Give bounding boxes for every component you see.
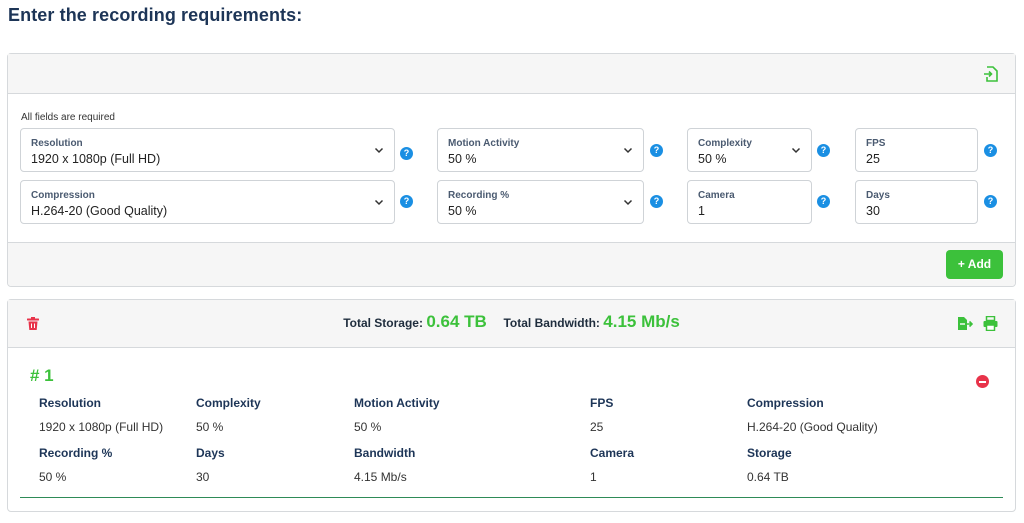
page-title: Enter the recording requirements:: [8, 5, 303, 25]
help-icon[interactable]: ?: [984, 195, 997, 208]
entry-complexity-label: Complexity: [196, 396, 261, 410]
camera-value: 1: [698, 204, 705, 218]
fps-label: FPS: [866, 138, 886, 149]
motion-activity-label: Motion Activity: [448, 138, 520, 149]
entry-compression-label: Compression: [747, 396, 824, 410]
entry-storage-label: Storage: [747, 446, 792, 460]
motion-activity-select[interactable]: Motion Activity 50 %: [437, 128, 644, 172]
complexity-label: Complexity: [698, 138, 752, 149]
help-icon[interactable]: ?: [817, 195, 830, 208]
motion-activity-value: 50 %: [448, 152, 477, 166]
entry-fps-value: 25: [590, 420, 604, 434]
total-storage-value: 0.64 TB: [426, 312, 487, 331]
form-panel-footer: + Add: [8, 242, 1015, 286]
results-panel: Total Storage: 0.64 TB Total Bandwidth: …: [7, 299, 1016, 512]
recording-percent-select[interactable]: Recording % 50 %: [437, 180, 644, 224]
entry-number: # 1: [30, 366, 54, 385]
camera-input[interactable]: Camera 1: [687, 180, 812, 224]
total-bandwidth-label: Total Bandwidth:: [503, 316, 600, 330]
entry-resolution-value: 1920 x 1080p (Full HD): [39, 420, 164, 434]
help-icon[interactable]: ?: [650, 144, 663, 157]
compression-value: H.264-20 (Good Quality): [31, 204, 168, 218]
entry-days-label: Days: [196, 446, 225, 460]
entry-resolution: Resolution 1920 x 1080p (Full HD): [39, 396, 163, 434]
entry-motion-activity-value: 50 %: [354, 420, 382, 434]
days-label: Days: [866, 190, 890, 201]
total-bandwidth-value: 4.15 Mb/s: [603, 312, 680, 331]
remove-icon[interactable]: [976, 375, 989, 388]
help-icon[interactable]: ?: [817, 144, 830, 157]
entry-recording-value: 50 %: [39, 470, 67, 484]
entry-motion-activity-label: Motion Activity: [354, 396, 440, 410]
entry-storage: Storage 0.64 TB: [747, 446, 792, 484]
resolution-value: 1920 x 1080p (Full HD): [31, 152, 161, 166]
entry-fps: FPS 25: [590, 396, 613, 434]
entry-camera-value: 1: [590, 470, 597, 484]
entry-days-value: 30: [196, 470, 210, 484]
results-panel-header: Total Storage: 0.64 TB Total Bandwidth: …: [8, 300, 1015, 348]
chevron-down-icon: [623, 147, 633, 154]
resolution-select[interactable]: Resolution 1920 x 1080p (Full HD): [20, 128, 395, 172]
file-export-icon[interactable]: [957, 316, 973, 331]
fps-value: 25: [866, 152, 880, 166]
entry-bandwidth-value: 4.15 Mb/s: [354, 470, 407, 484]
chevron-down-icon: [374, 199, 384, 206]
entry-bandwidth-label: Bandwidth: [354, 446, 416, 460]
help-icon[interactable]: ?: [400, 195, 413, 208]
camera-label: Camera: [698, 190, 735, 201]
fps-input[interactable]: FPS 25: [855, 128, 978, 172]
required-note: All fields are required: [21, 112, 115, 123]
entry-recording-label: Recording %: [39, 446, 113, 460]
complexity-select[interactable]: Complexity 50 %: [687, 128, 812, 172]
entry-bandwidth: Bandwidth 4.15 Mb/s: [354, 446, 415, 484]
chevron-down-icon: [374, 147, 384, 154]
help-icon[interactable]: ?: [400, 147, 413, 160]
complexity-value: 50 %: [698, 152, 727, 166]
entry-days: Days 30: [196, 446, 225, 484]
requirements-form-panel: All fields are required Resolution 1920 …: [7, 53, 1016, 287]
totals-summary: Total Storage: 0.64 TB Total Bandwidth: …: [8, 312, 1015, 332]
recording-percent-label: Recording %: [448, 190, 510, 201]
help-icon[interactable]: ?: [984, 144, 997, 157]
compression-select[interactable]: Compression H.264-20 (Good Quality): [20, 180, 395, 224]
chevron-down-icon: [791, 147, 801, 154]
entry-storage-value: 0.64 TB: [747, 470, 789, 484]
help-icon[interactable]: ?: [650, 195, 663, 208]
resolution-label: Resolution: [31, 138, 83, 149]
entry-compression-value: H.264-20 (Good Quality): [747, 420, 878, 434]
entry-camera: Camera 1: [590, 446, 634, 484]
days-input[interactable]: Days 30: [855, 180, 978, 224]
entry-recording: Recording % 50 %: [39, 446, 112, 484]
entry-complexity-value: 50 %: [196, 420, 224, 434]
form-panel-header: [8, 54, 1015, 94]
compression-label: Compression: [31, 190, 95, 201]
entry-fps-label: FPS: [590, 396, 614, 410]
recording-percent-value: 50 %: [448, 204, 477, 218]
chevron-down-icon: [623, 199, 633, 206]
print-icon[interactable]: [983, 316, 998, 331]
entry-motion-activity: Motion Activity 50 %: [354, 396, 440, 434]
entry-complexity: Complexity 50 %: [196, 396, 261, 434]
file-import-icon[interactable]: [983, 66, 999, 82]
total-storage-label: Total Storage:: [343, 316, 423, 330]
result-entry: # 1 Resolution 1920 x 1080p (Full HD) Co…: [20, 360, 1003, 498]
days-value: 30: [866, 204, 880, 218]
entry-resolution-label: Resolution: [39, 396, 101, 410]
entry-camera-label: Camera: [590, 446, 635, 460]
add-button[interactable]: + Add: [946, 250, 1003, 279]
entry-compression: Compression H.264-20 (Good Quality): [747, 396, 878, 434]
